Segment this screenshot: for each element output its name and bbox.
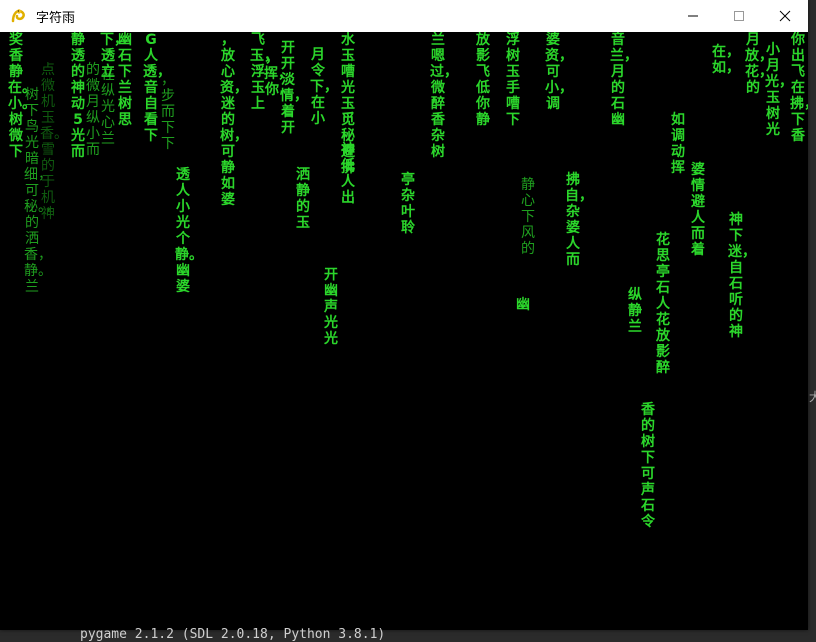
rain-column: 如调动挥: [671, 112, 685, 176]
rain-column: ，放心资，迷的树，可静如婆: [220, 32, 248, 208]
app-window: 字符雨 奖香静在。小。树微下 树下鸟光暗细，可秘。，的洒香，静。兰 点微机玉香。雪的…: [0, 0, 808, 630]
rain-column: ，步而下下: [161, 72, 175, 152]
pygame-snake-icon: [10, 7, 28, 25]
rain-column: 透人小光个静。幽婆: [175, 167, 203, 295]
rain-column: 点微机玉香。雪的于机神: [40, 62, 68, 222]
rain-column: 树下鸟光暗细，可秘。，的洒香，静。兰: [24, 87, 59, 295]
rain-column: 开幽声光光: [324, 267, 338, 347]
rain-column: 婆资，可小，调: [545, 32, 573, 112]
close-button[interactable]: [762, 0, 808, 32]
background-window-fragment: 大: [809, 390, 816, 404]
rain-column: 婆情避人而着: [691, 162, 705, 258]
rain-column: 幽石下兰树思: [118, 32, 132, 128]
rain-column: 亭杂叶聆: [401, 172, 415, 236]
maximize-button[interactable]: [716, 0, 762, 32]
rain-column: ，挥，你: [264, 50, 292, 98]
close-icon: [779, 10, 791, 22]
terminal-output-line: pygame 2.1.2 (SDL 2.0.18, Python 3.8.1): [80, 627, 386, 642]
rain-column: 静心下风的: [521, 177, 535, 257]
rain-column: 的微月纵小而: [86, 62, 100, 158]
rain-column: 洒静的玉: [296, 167, 310, 231]
rain-column: 放影飞低你静: [476, 32, 490, 128]
title-bar[interactable]: 字符雨: [0, 0, 808, 33]
minimize-button[interactable]: [670, 0, 716, 32]
rain-column: 幽: [516, 297, 530, 313]
maximize-icon: [734, 11, 744, 21]
rain-column: 你出飞在拂，下香: [790, 32, 808, 144]
rain-column: 香的树下可声石令: [641, 402, 655, 530]
rain-column: G人透，音自看下: [143, 32, 171, 144]
rain-column: 静透的神动5光而: [71, 32, 85, 160]
rain-column: 音兰，月的石幽: [610, 32, 638, 128]
minimize-icon: [688, 15, 698, 17]
rain-column: 月令下，在小: [310, 47, 338, 127]
rain-column: 拂自，杂婆人而: [565, 172, 593, 268]
rain-column: 兰嗯过，微醉香杂树: [430, 32, 458, 160]
rain-column: 神低人出: [341, 142, 355, 206]
rain-column: 在，如，: [712, 44, 740, 76]
rain-column: 纵静兰: [628, 287, 642, 335]
rain-column: 月放，花，的: [745, 32, 773, 96]
rain-column: 浮树玉手嘈下: [506, 32, 520, 128]
rain-column: 神下迷，自石听的神: [728, 212, 756, 340]
rain-column: 花思亭石人花放影醉: [656, 232, 670, 376]
window-title: 字符雨: [36, 11, 76, 26]
rain-column: 奖香静在。小。树微下: [8, 32, 36, 160]
rain-column: 开开淡情，着开: [280, 40, 308, 136]
rain-column: 下，透立: [100, 32, 128, 80]
character-rain-canvas: 奖香静在。小。树微下 树下鸟光暗细，可秘。，的洒香，静。兰 点微机玉香。雪的于机神静…: [0, 32, 808, 630]
